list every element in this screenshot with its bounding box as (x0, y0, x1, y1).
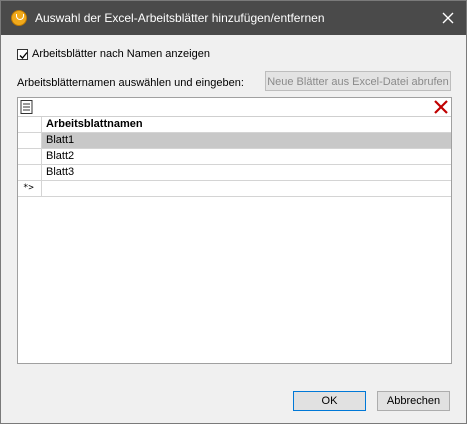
row-header-cell[interactable] (18, 165, 42, 180)
grid-header-row: Arbeitsblattnamen (18, 117, 451, 133)
checkmark-icon (19, 51, 28, 59)
row-header-cell[interactable] (18, 133, 42, 148)
sheet-names-grid[interactable]: Arbeitsblattnamen Blatt1 Blatt2 Blatt3 *… (17, 97, 452, 364)
ok-button[interactable]: OK (293, 391, 366, 411)
show-by-name-option[interactable]: Arbeitsblätter nach Namen anzeigen (17, 47, 210, 61)
table-row[interactable]: Blatt1 (18, 133, 451, 149)
grid-toolbar (18, 98, 451, 117)
sheet-name-cell[interactable]: Blatt3 (46, 165, 74, 180)
list-icon[interactable] (19, 99, 35, 115)
new-row[interactable]: *> (18, 181, 451, 197)
window-title: Auswahl der Excel-Arbeitsblätter hinzufü… (35, 11, 325, 25)
show-by-name-label[interactable]: Arbeitsblätter nach Namen anzeigen (32, 48, 210, 60)
table-row[interactable]: Blatt2 (18, 149, 451, 165)
cancel-button[interactable]: Abbrechen (377, 391, 450, 411)
dialog-window: Auswahl der Excel-Arbeitsblätter hinzufü… (0, 0, 467, 424)
new-row-marker: *> (18, 181, 42, 196)
close-button[interactable] (436, 7, 460, 29)
show-by-name-checkbox[interactable] (17, 48, 28, 60)
delete-icon[interactable] (432, 98, 450, 116)
sheet-name-cell[interactable]: Blatt1 (46, 133, 74, 148)
title-bar: Auswahl der Excel-Arbeitsblätter hinzufü… (1, 1, 466, 35)
app-icon (11, 10, 27, 26)
sheet-names-label: Arbeitsblätternamen auswählen und eingeb… (17, 77, 244, 89)
column-header[interactable]: Arbeitsblattnamen (46, 117, 143, 132)
row-header-cell[interactable] (18, 149, 42, 164)
close-icon (442, 12, 454, 24)
sheet-name-cell[interactable]: Blatt2 (46, 149, 74, 164)
table-row[interactable]: Blatt3 (18, 165, 451, 181)
row-header-cell (18, 117, 42, 132)
fetch-sheets-button[interactable]: Neue Blätter aus Excel-Datei abrufen (265, 71, 451, 91)
